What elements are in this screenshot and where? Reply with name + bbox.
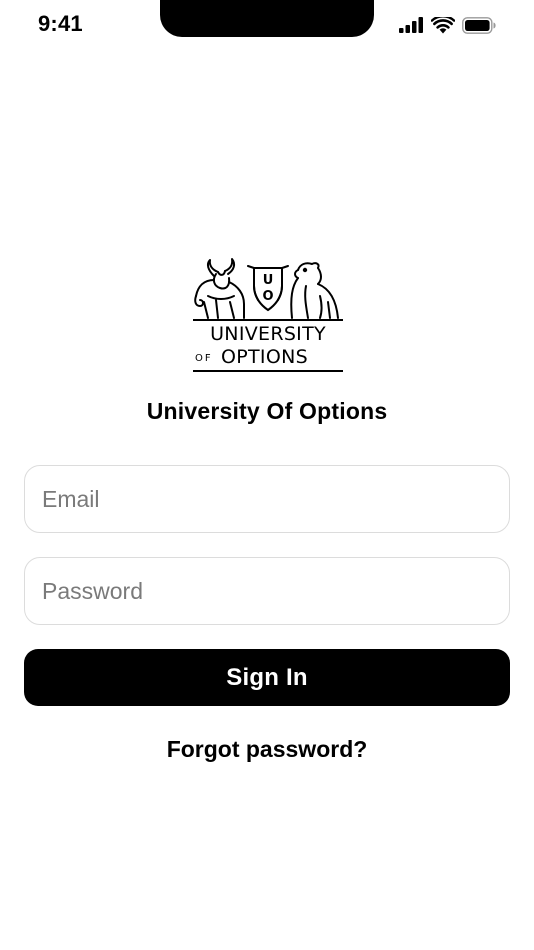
cellular-signal-icon xyxy=(399,17,424,33)
bear-icon xyxy=(290,262,339,319)
logo-wordmark-options: OPTIONS xyxy=(221,346,308,368)
device-notch xyxy=(160,0,374,37)
wifi-icon xyxy=(431,16,455,34)
email-field[interactable] xyxy=(24,465,510,533)
sign-in-button[interactable]: Sign In xyxy=(24,649,510,706)
logo-wordmark-line1: UNIVERSITY xyxy=(210,323,326,345)
page-title: University Of Options xyxy=(146,398,388,424)
status-icons xyxy=(399,15,496,35)
logo-monogram-bottom: O xyxy=(262,289,273,304)
logo-underline xyxy=(193,370,343,372)
bull-icon xyxy=(194,258,245,319)
battery-icon xyxy=(462,16,496,34)
status-time: 9:41 xyxy=(38,11,83,36)
logo-emblem: U O xyxy=(193,258,343,321)
university-logo: U O UNIVERSITY OF OPTIONS xyxy=(190,256,346,376)
logo-monogram-top: U xyxy=(263,273,274,288)
password-field[interactable] xyxy=(24,557,510,625)
status-bar: 9:41 xyxy=(0,0,534,48)
logo-wordmark-line2: OF OPTIONS xyxy=(193,346,343,368)
logo-wordmark-of: OF xyxy=(195,353,213,364)
shield-icon: U O xyxy=(247,265,289,312)
forgot-password-link[interactable]: Forgot password? xyxy=(0,736,534,763)
